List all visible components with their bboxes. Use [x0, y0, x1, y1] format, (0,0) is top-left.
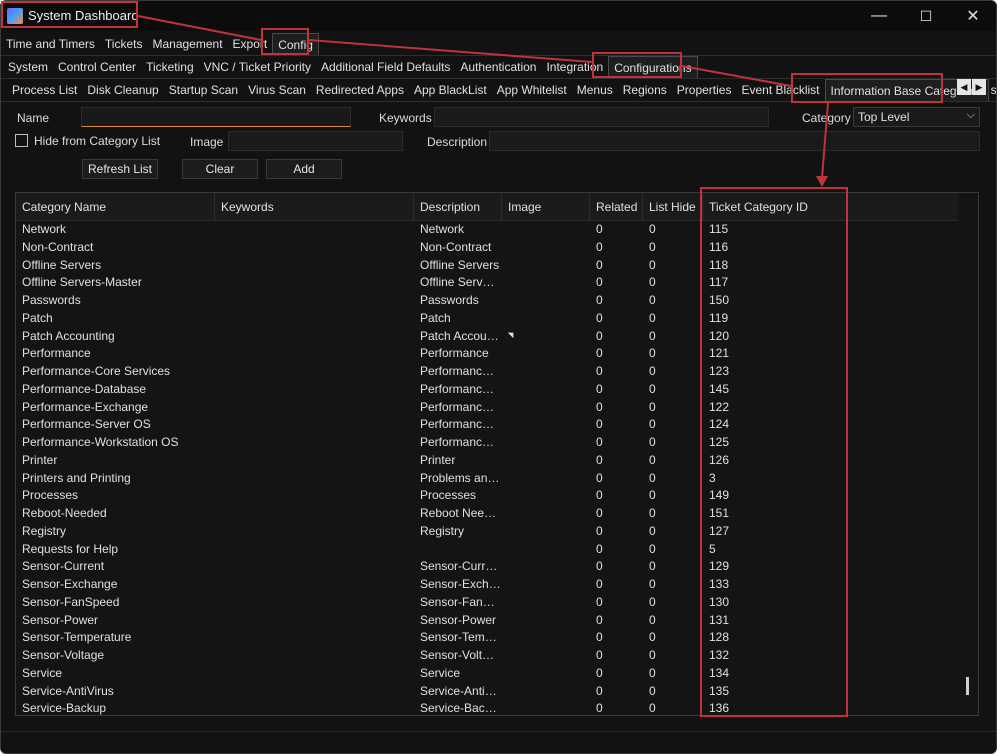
annotation-connectors	[137, 15, 829, 187]
